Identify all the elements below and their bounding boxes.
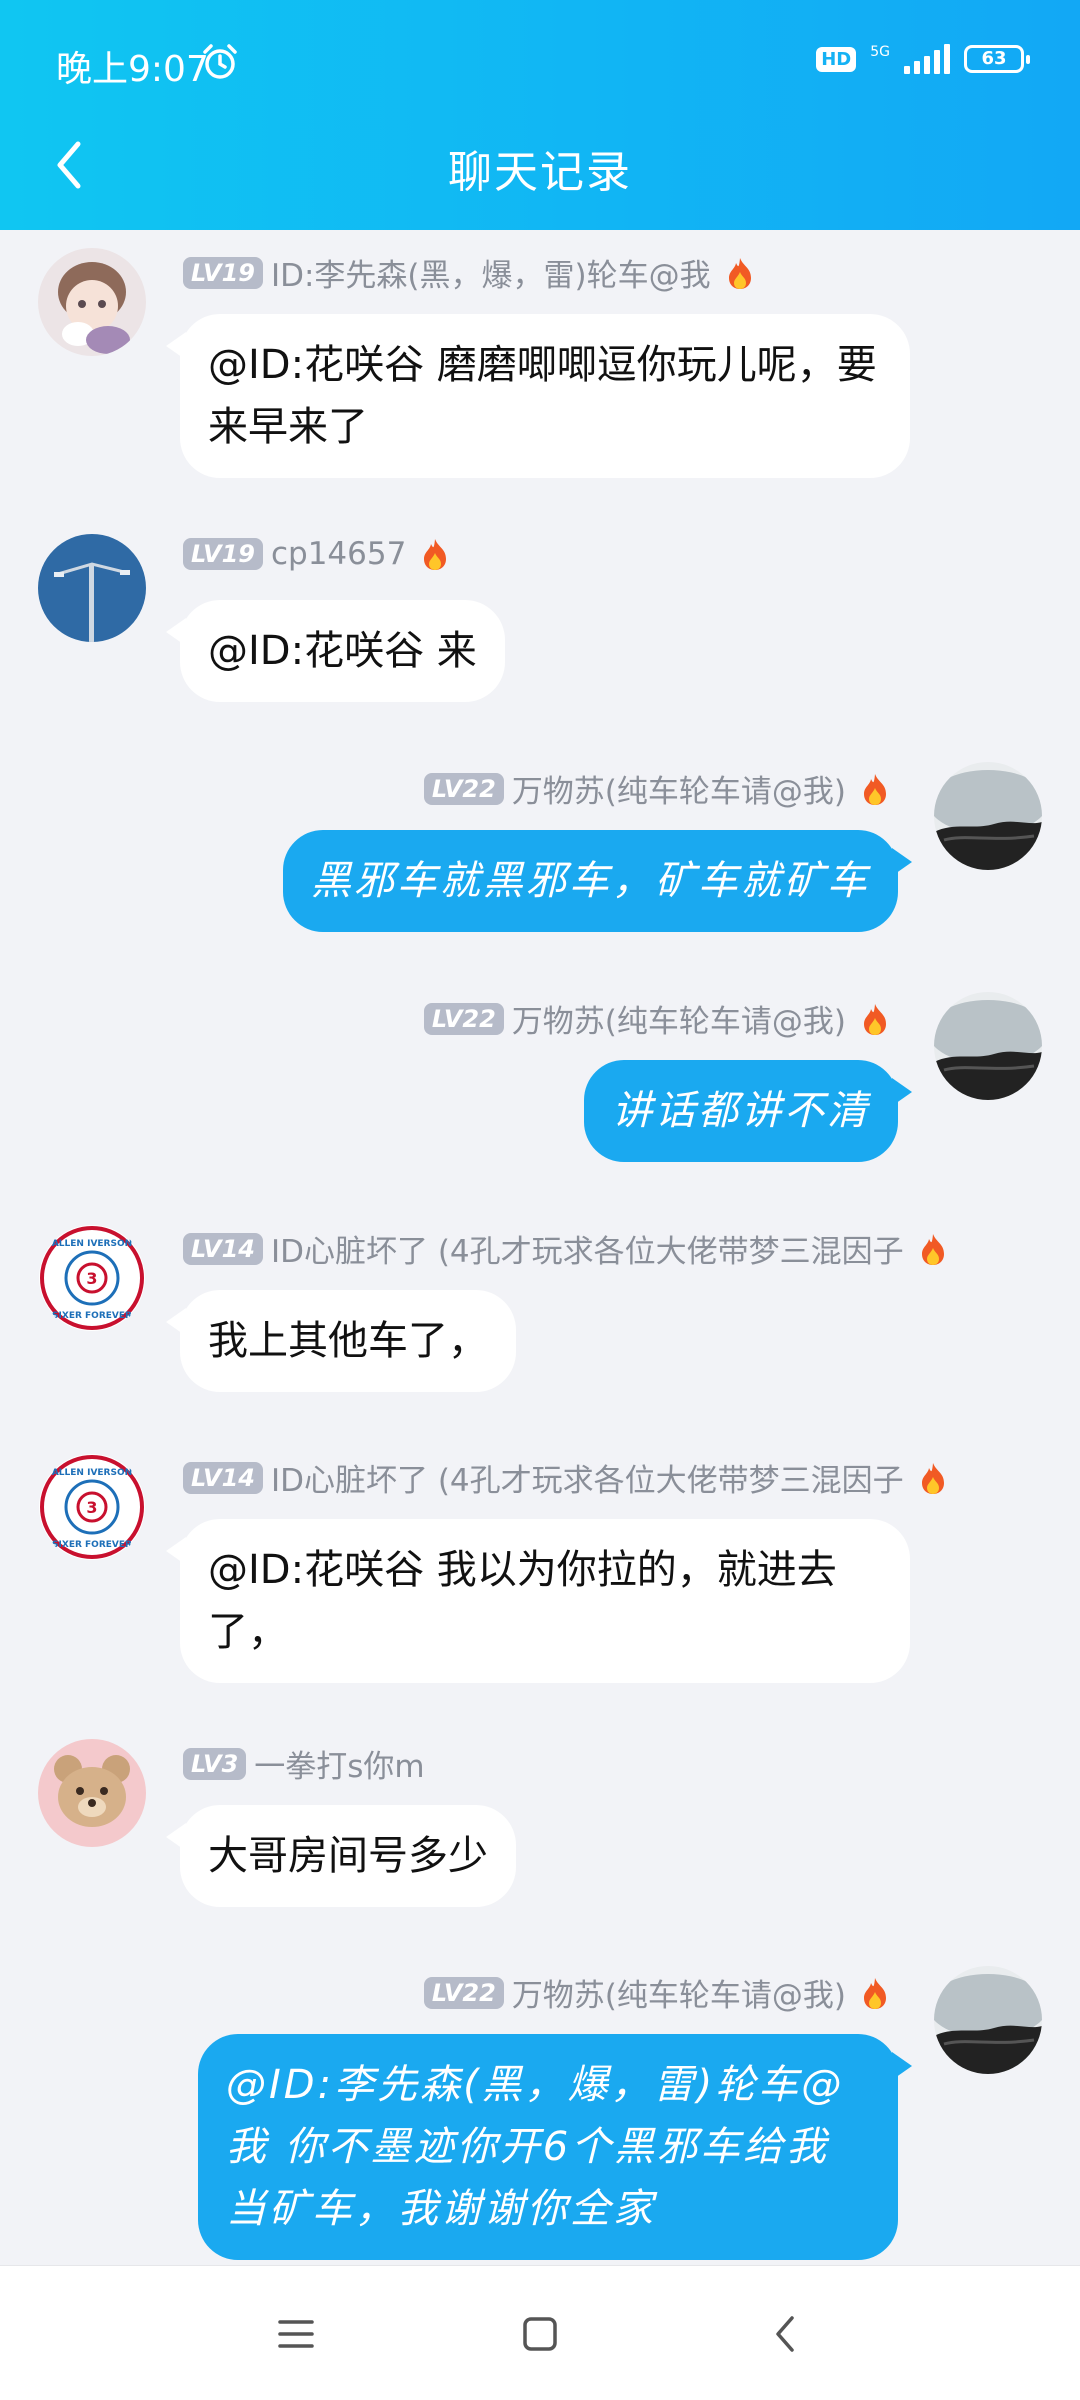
message-bubble[interactable]: 讲话都讲不清 xyxy=(584,1060,912,1162)
level-badge: LV22 xyxy=(423,1002,504,1035)
landscape-avatar-icon[interactable] xyxy=(934,1966,1042,2074)
chat-message: LV22 万物苏(纯车轮车请@我) @ID:李先森(黑，爆，雷)轮车@我 你不墨… xyxy=(0,1950,1080,2260)
system-navigation-bar xyxy=(0,2265,1080,2400)
landscape-avatar-icon[interactable] xyxy=(934,992,1042,1100)
hd-badge: HD xyxy=(816,46,857,72)
message-bubble[interactable]: @ID:花咲谷 磨磨唧唧逗你玩儿呢，要来早来了 xyxy=(166,314,910,478)
chat-message: LV19 cp14657 @ID:花咲谷 来 xyxy=(0,516,1080,716)
level-badge: LV22 xyxy=(423,1976,504,2009)
badge-number: 3 xyxy=(86,1498,97,1517)
chat-history-list[interactable]: LV19 ID:李先森(黑，爆，雷)轮车@我 @ID:花咲谷 磨磨唧唧逗你玩儿呢… xyxy=(0,230,1080,2266)
badge-bottom-text: SIXER FOREVER xyxy=(52,1311,132,1321)
message-sender: LV22 万物苏(纯车轮车请@我) xyxy=(423,1970,890,2015)
fire-icon xyxy=(864,1003,886,1035)
sender-name: 一拳打s你m xyxy=(254,1749,425,1785)
home-square-icon[interactable] xyxy=(510,2304,570,2364)
badge-number: 3 xyxy=(86,1269,97,1288)
battery-level: 63 xyxy=(981,48,1007,69)
level-badge: LV14 xyxy=(183,1232,263,1265)
fire-icon xyxy=(921,1462,944,1494)
sender-name: cp14657 xyxy=(270,536,407,572)
sender-name: ID:李先森(黑，爆，雷)轮车@我 xyxy=(270,258,711,294)
message-sender: LV19 ID:李先森(黑，爆，雷)轮车@我 xyxy=(183,250,755,295)
page-title: 聊天记录 xyxy=(448,147,632,198)
status-icons: HD 5G 63 xyxy=(816,44,1030,74)
fire-icon xyxy=(728,257,751,289)
message-bubble[interactable]: 大哥房间号多少 xyxy=(166,1805,516,1907)
anime-avatar-icon[interactable] xyxy=(38,248,146,356)
header-bar: 晚上9:07 HD 5G 63 聊天记录 xyxy=(0,0,1080,230)
chat-message: LV22 万物苏(纯车轮车请@我) 讲话都讲不清 xyxy=(0,976,1080,1176)
sender-name: ID心脏坏了 (4孔才玩求各位大佬带梦三混因子 xyxy=(270,1234,904,1270)
message-bubble[interactable]: @ID:花咲谷 我以为你拉的，就进去了， xyxy=(166,1519,910,1683)
sender-name: 万物苏(纯车轮车请@我) xyxy=(511,774,846,810)
message-bubble[interactable]: @ID:李先森(黑，爆，雷)轮车@我 你不墨迹你开6个黑邪车给我当矿车，我谢谢你… xyxy=(198,2034,912,2260)
lamp-avatar-icon[interactable] xyxy=(38,534,146,642)
chat-message: LV22 万物苏(纯车轮车请@我) 黑邪车就黑邪车，矿车就矿车 xyxy=(0,746,1080,946)
alarm-clock-icon xyxy=(203,44,237,79)
message-bubble[interactable]: @ID:花咲谷 来 xyxy=(166,600,505,702)
chat-message: LV19 ID:李先森(黑，爆，雷)轮车@我 @ID:花咲谷 磨磨唧唧逗你玩儿呢… xyxy=(0,230,1080,480)
signal-strength-icon xyxy=(904,44,950,74)
fire-icon xyxy=(864,1977,886,2009)
teddy-bear-avatar-icon[interactable] xyxy=(38,1739,146,1847)
network-type: 5G xyxy=(870,44,890,60)
badge-top-text: ALLEN IVERSON xyxy=(52,1468,132,1478)
sender-name: ID心脏坏了 (4孔才玩求各位大佬带梦三混因子 xyxy=(270,1463,904,1499)
fire-icon xyxy=(921,1233,944,1265)
level-badge: LV19 xyxy=(183,256,263,289)
chat-message: 3 ALLEN IVERSON SIXER FOREVER LV14 ID心脏坏… xyxy=(0,1435,1080,1685)
fire-icon xyxy=(424,539,447,570)
message-sender: LV14 ID心脏坏了 (4孔才玩求各位大佬带梦三混因子 xyxy=(183,1455,948,1500)
menu-icon[interactable] xyxy=(266,2304,326,2364)
battery-icon: 63 xyxy=(964,45,1030,73)
level-badge: LV22 xyxy=(423,772,504,805)
sender-name: 万物苏(纯车轮车请@我) xyxy=(511,1978,846,2014)
level-badge: LV3 xyxy=(183,1747,247,1780)
badge-top-text: ALLEN IVERSON xyxy=(52,1239,132,1249)
status-time: 晚上9:07 xyxy=(56,49,209,90)
message-sender: LV19 cp14657 xyxy=(183,536,450,572)
message-bubble[interactable]: 黑邪车就黑邪车，矿车就矿车 xyxy=(283,830,912,932)
message-sender: LV22 万物苏(纯车轮车请@我) xyxy=(423,996,890,1041)
message-sender: LV14 ID心脏坏了 (4孔才玩求各位大佬带梦三混因子 xyxy=(183,1226,948,1271)
message-bubble[interactable]: 我上其他车了， xyxy=(166,1290,516,1392)
landscape-avatar-icon[interactable] xyxy=(934,762,1042,870)
chat-message: LV3 一拳打s你m 大哥房间号多少 xyxy=(0,1721,1080,1921)
fire-icon xyxy=(864,773,886,805)
level-badge: LV19 xyxy=(183,538,263,570)
back-chevron-icon[interactable] xyxy=(756,2304,816,2364)
chat-message: 3 ALLEN IVERSON SIXER FOREVER LV14 ID心脏坏… xyxy=(0,1206,1080,1406)
iverson-badge-avatar-icon[interactable]: 3 ALLEN IVERSON SIXER FOREVER xyxy=(38,1224,146,1332)
iverson-badge-avatar-icon[interactable]: 3 ALLEN IVERSON SIXER FOREVER xyxy=(38,1453,146,1561)
sender-name: 万物苏(纯车轮车请@我) xyxy=(511,1004,846,1040)
message-sender: LV22 万物苏(纯车轮车请@我) xyxy=(423,766,890,811)
level-badge: LV14 xyxy=(183,1461,263,1494)
badge-bottom-text: SIXER FOREVER xyxy=(52,1540,132,1550)
message-sender: LV3 一拳打s你m xyxy=(183,1741,425,1786)
